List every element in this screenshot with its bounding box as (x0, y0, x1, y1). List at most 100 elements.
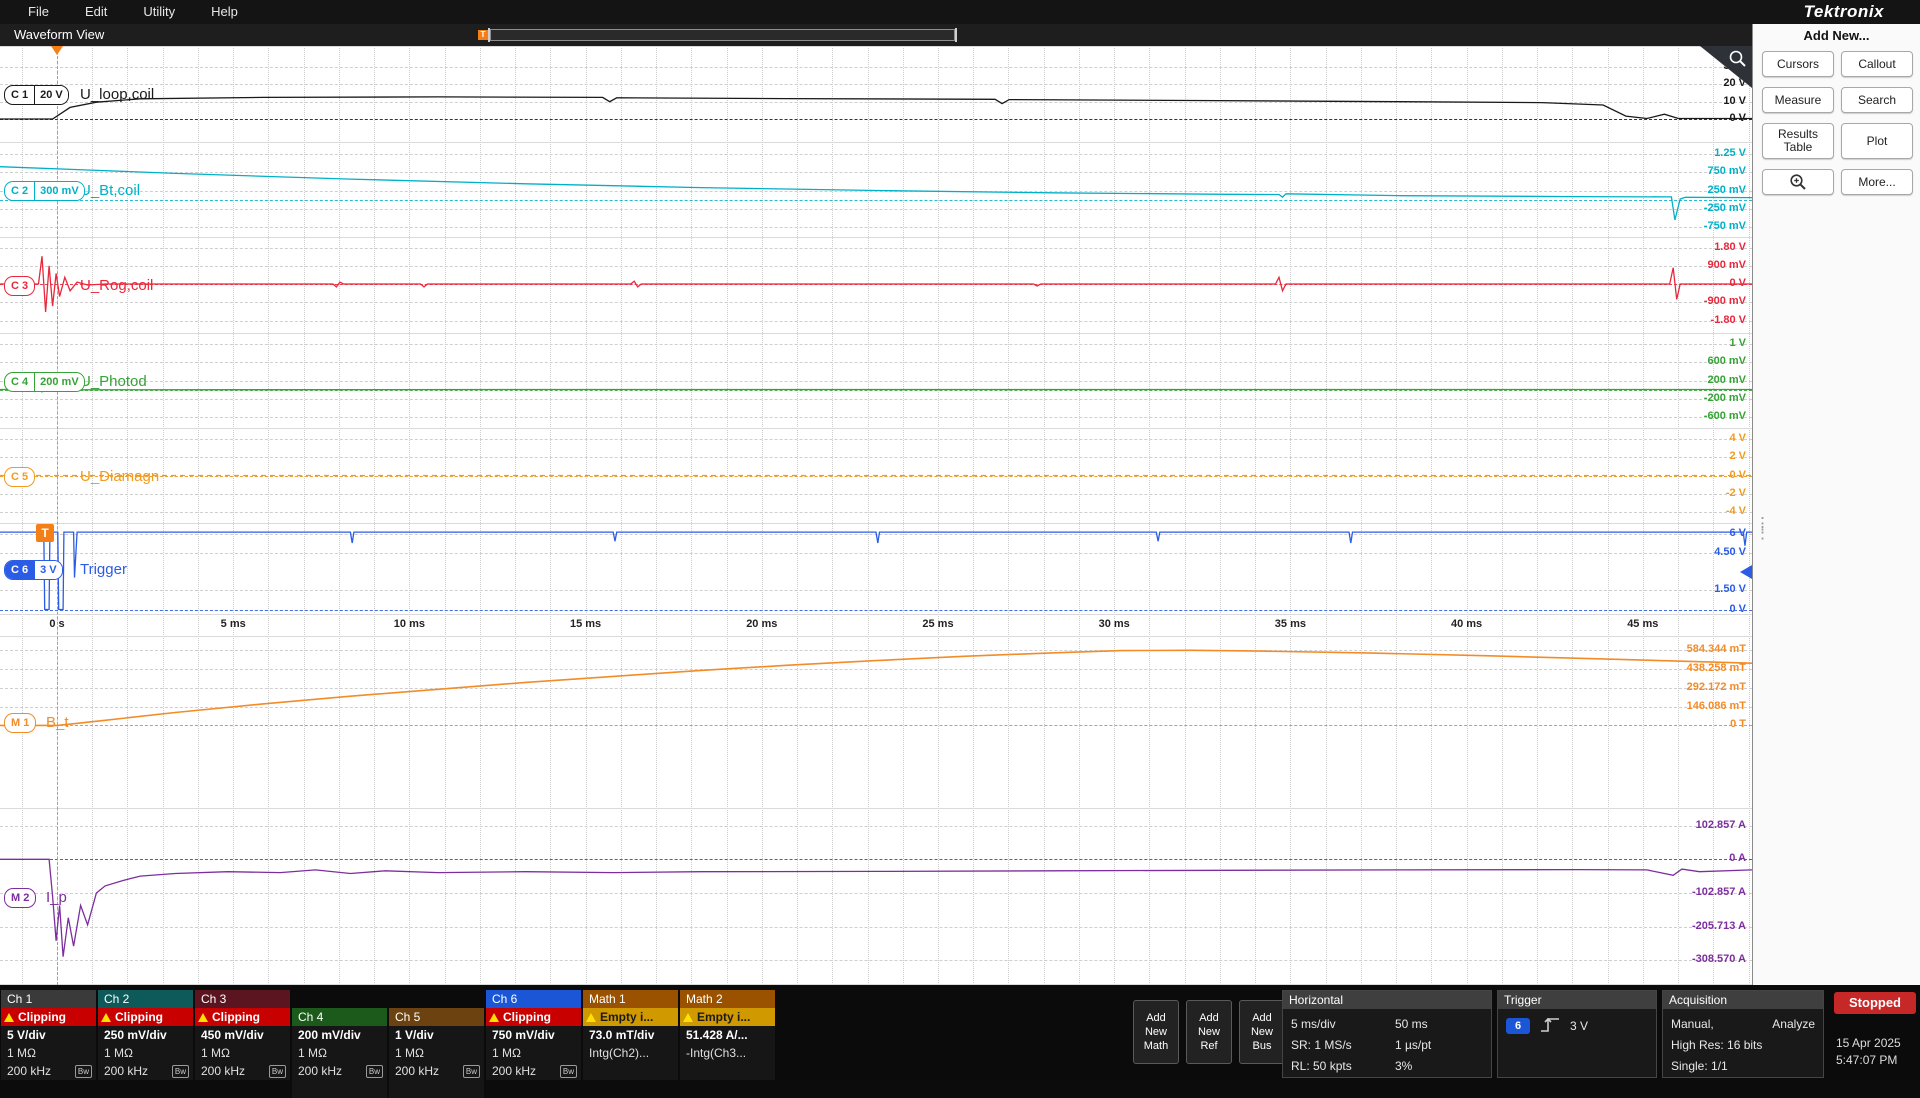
channel-badge-c3[interactable]: C 3 (4, 276, 35, 296)
rising-edge-icon (1539, 1016, 1561, 1037)
scale-label-c2: -750 mV (1704, 220, 1746, 233)
channel-row (389, 1080, 484, 1098)
channel-badge-c6[interactable]: C 63 V (4, 560, 63, 580)
channel-row: 200 kHzBw (98, 1062, 193, 1080)
sidebar-buttons: Cursors Callout Measure Search Results Table… (1762, 51, 1913, 195)
add-new-math-button[interactable]: AddNewMath (1133, 1000, 1179, 1064)
channel-label-c4: U_Photod (80, 373, 147, 390)
trigger-level-marker[interactable] (1740, 565, 1752, 579)
scale-label-c3: 1.80 V (1714, 241, 1746, 254)
trace-c5[interactable] (0, 428, 1752, 523)
acquisition-analyze: Analyze (1772, 1017, 1815, 1031)
record-trigger-marker[interactable]: T (478, 30, 488, 40)
measure-button[interactable]: Measure (1762, 87, 1834, 113)
add-new-label: Add New... (1753, 28, 1920, 43)
channel-header-ch6: Ch 6 (486, 990, 581, 1008)
menu-help[interactable]: Help (193, 0, 256, 24)
acquisition-panel[interactable]: Acquisition Manual,Analyze High Res: 16 … (1662, 990, 1824, 1078)
scale-label-c3: 0 V (1729, 277, 1746, 290)
sidebar-grip[interactable] (1754, 519, 1771, 537)
search-button[interactable]: Search (1841, 87, 1913, 113)
zoom-button[interactable] (1762, 169, 1834, 195)
channel-block-ch2[interactable]: Ch 2Clipping250 mV/div1 MΩ200 kHzBw (98, 990, 193, 1080)
trigger-panel[interactable]: Trigger 6 3 V (1497, 990, 1657, 1078)
time-label: 35 ms (1268, 618, 1312, 630)
channel-row (292, 1080, 387, 1098)
time-label: 25 ms (916, 618, 960, 630)
slice-c4: 1 V600 mV200 mV-200 mV-600 mVC 4200 mVU_… (0, 333, 1752, 428)
zoom-corner-button[interactable] (1700, 46, 1752, 88)
scale-label-m1: 438.258 mT (1687, 662, 1746, 675)
warning-ch2: Clipping (98, 1008, 193, 1026)
slice-m2: 102.857 A0 A-102.857 A-205.713 A-308.570… (0, 808, 1752, 985)
callout-button[interactable]: Callout (1841, 51, 1913, 77)
channel-row: 250 mV/div (98, 1026, 193, 1044)
results-table-button[interactable]: Results Table (1762, 123, 1834, 159)
scale-label-c6: 0 V (1729, 603, 1746, 616)
channel-block-ch5[interactable]: Ch 51 V/div1 MΩ200 kHzBw (389, 1008, 484, 1098)
plot-button[interactable]: Plot (1841, 123, 1913, 159)
trigger-source-badge[interactable]: T (36, 524, 54, 542)
waveform-view-header: Waveform View T (0, 24, 1752, 46)
bandwidth-icon: Bw (269, 1065, 286, 1078)
warning-ch3: Clipping (195, 1008, 290, 1026)
channel-row: 200 kHzBw (292, 1062, 387, 1080)
scale-label-c6: 6 V (1729, 527, 1746, 540)
trigger-source-channel[interactable]: 6 (1506, 1018, 1530, 1034)
channel-badge-c4[interactable]: C 4200 mV (4, 372, 85, 392)
stopped-button[interactable]: Stopped (1834, 992, 1916, 1014)
settings-bar: Ch 1Clipping5 V/div1 MΩ200 kHzBwCh 2Clip… (0, 985, 1920, 1080)
slice-c2: 1.25 V750 mV250 mV-250 mV-750 mVC 2300 m… (0, 142, 1752, 237)
menu-edit[interactable]: Edit (67, 0, 125, 24)
acquisition-body: Manual,Analyze High Res: 16 bits Single:… (1663, 1009, 1823, 1080)
channel-badge-c2[interactable]: C 2300 mV (4, 181, 85, 201)
horizontal-position: 3% (1395, 1059, 1412, 1073)
trigger-title: Trigger (1498, 991, 1656, 1009)
trigger-position-marker[interactable] (51, 46, 63, 55)
add-new-ref-button[interactable]: AddNewRef (1186, 1000, 1232, 1064)
trace-c4[interactable] (0, 333, 1752, 428)
channel-row: 1 MΩ (292, 1044, 387, 1062)
channel-row (583, 1062, 678, 1080)
channel-block-ch1[interactable]: Ch 1Clipping5 V/div1 MΩ200 kHzBw (1, 990, 96, 1080)
scale-label-c5: -4 V (1726, 505, 1746, 518)
time-label: 30 ms (1092, 618, 1136, 630)
channel-badge-m1[interactable]: M 1 (4, 713, 36, 733)
channel-row: 450 mV/div (195, 1026, 290, 1044)
slice-separator (0, 614, 1752, 615)
trace-c6[interactable] (0, 523, 1752, 614)
trace-c3[interactable] (0, 237, 1752, 333)
scale-label-c4: 1 V (1729, 337, 1746, 350)
channel-badge-c5[interactable]: C 5 (4, 467, 35, 487)
channel-row: Intg(Ch2)... (583, 1044, 678, 1062)
channel-row: 750 mV/div (486, 1026, 581, 1044)
trace-c2[interactable] (0, 142, 1752, 237)
menu-utility[interactable]: Utility (125, 0, 193, 24)
warning-icon (489, 1013, 499, 1022)
acquisition-title: Acquisition (1663, 991, 1823, 1009)
horizontal-panel[interactable]: Horizontal 5 ms/div50 ms SR: 1 MS/s1 µs/… (1282, 990, 1492, 1078)
warning-icon (101, 1013, 111, 1022)
channel-badge-m2[interactable]: M 2 (4, 888, 36, 908)
warning-icon (683, 1013, 693, 1022)
trace-c1[interactable] (0, 46, 1752, 142)
channel-row: 5 V/div (1, 1026, 96, 1044)
scale-label-m1: 0 T (1730, 718, 1746, 731)
channel-badge-c1[interactable]: C 120 V (4, 85, 69, 105)
channel-block-math1[interactable]: Math 1Empty i...73.0 mT/divIntg(Ch2)... (583, 990, 678, 1080)
channel-block-ch3[interactable]: Ch 3Clipping450 mV/div1 MΩ200 kHzBw (195, 990, 290, 1080)
cursors-button[interactable]: Cursors (1762, 51, 1834, 77)
scale-label-m2: 102.857 A (1696, 819, 1746, 832)
channel-header-ch2: Ch 2 (98, 990, 193, 1008)
record-view-bar[interactable]: T (490, 29, 955, 41)
trace-m1[interactable] (0, 636, 1752, 808)
zoom-icon (1789, 173, 1807, 191)
more-button[interactable]: More... (1841, 169, 1913, 195)
channel-block-ch6[interactable]: Ch 6Clipping750 mV/div1 MΩ200 kHzBw (486, 990, 581, 1080)
channel-block-ch4[interactable]: Ch 4200 mV/div1 MΩ200 kHzBw (292, 1008, 387, 1098)
channel-block-math2[interactable]: Math 2Empty i...51.428 A/...-Intg(Ch3... (680, 990, 775, 1080)
scale-label-c3: 900 mV (1707, 259, 1746, 272)
menu-file[interactable]: File (10, 0, 67, 24)
trace-m2[interactable] (0, 808, 1752, 985)
add-new-bus-button[interactable]: AddNewBus (1239, 1000, 1285, 1064)
